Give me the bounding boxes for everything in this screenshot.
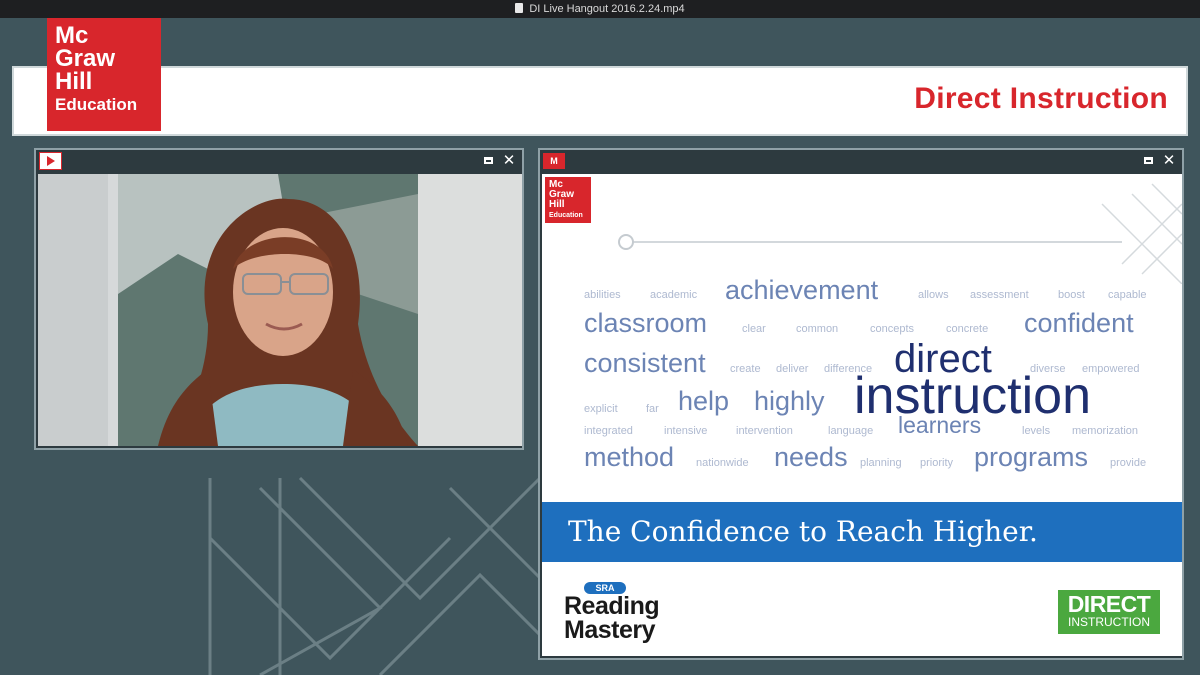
word: concrete (946, 323, 989, 335)
word: intensive (664, 425, 708, 437)
direct-instruction-logo: DIRECT INSTRUCTION (1058, 590, 1160, 634)
word: provide (1110, 457, 1147, 469)
mcgraw-hill-logo: Mc Graw Hill Education (47, 18, 161, 131)
word: levels (1022, 425, 1051, 437)
logo-line-mc: Mc (55, 22, 89, 49)
presentation-slide: Mc Graw Hill Education abilities academi… (542, 174, 1182, 656)
logo-line-hill: Hill (55, 68, 93, 95)
presenter-image (38, 174, 522, 446)
word: needs (774, 442, 848, 472)
file-icon (515, 3, 524, 13)
word: memorization (1072, 425, 1139, 437)
word: highly (754, 386, 825, 416)
word: priority (920, 457, 954, 469)
word: confident (1024, 308, 1134, 338)
close-icon[interactable]: ✕ (502, 153, 516, 168)
word: integrated (584, 425, 633, 437)
video-panel: ✕ (34, 148, 524, 450)
word: help (678, 386, 730, 416)
video-panel-titlebar: ✕ (36, 150, 522, 174)
word: boost (1058, 289, 1085, 301)
slide-panel-titlebar: M ✕ (540, 150, 1182, 174)
window-title: DI Live Hangout 2016.2.24.mp4 (529, 3, 685, 15)
word-cloud: abilities academic achievement allows as… (542, 174, 1182, 504)
di-logo-line2: INSTRUCTION (1068, 615, 1150, 629)
slide-panel: M ✕ Mc Graw Hill Education abilities aca… (538, 148, 1184, 660)
word: abilities (584, 289, 621, 301)
header-band: Direct Instruction (12, 66, 1188, 136)
reading-mastery-line2: Mastery (564, 616, 656, 644)
word: method (584, 442, 675, 472)
word: language (828, 425, 874, 437)
word: achievement (725, 275, 879, 305)
word: intervention (736, 425, 793, 437)
word: nationwide (696, 457, 749, 469)
word: far (646, 403, 659, 415)
maximize-icon[interactable] (482, 154, 496, 168)
word: learners (898, 412, 982, 438)
word: programs (974, 442, 1089, 472)
slide-tagline: The Confidence to Reach Higher. (542, 502, 1182, 562)
reading-mastery-logo: Reading Mastery (564, 594, 660, 644)
word: create (730, 363, 761, 375)
word: concepts (870, 323, 915, 335)
word: classroom (584, 308, 708, 338)
word: allows (918, 289, 949, 301)
play-icon[interactable] (39, 152, 62, 170)
logo-line-graw: Graw (55, 45, 116, 72)
mgh-small-logo[interactable]: M (543, 153, 565, 169)
word: capable (1108, 289, 1147, 301)
word: explicit (584, 403, 618, 415)
word: common (796, 323, 839, 335)
word: assessment (970, 289, 1029, 301)
word: deliver (776, 363, 809, 375)
word: clear (742, 323, 766, 335)
word: planning (860, 457, 902, 469)
di-logo-line1: DIRECT (1067, 591, 1151, 617)
close-icon[interactable]: ✕ (1162, 153, 1176, 168)
logo-line-education: Education (55, 95, 138, 114)
window-title-bar: DI Live Hangout 2016.2.24.mp4 (0, 0, 1200, 18)
maximize-icon[interactable] (1142, 154, 1156, 168)
webcam-video (38, 174, 522, 446)
word: consistent (584, 348, 706, 378)
word: academic (650, 289, 698, 301)
header-title: Direct Instruction (914, 82, 1168, 115)
